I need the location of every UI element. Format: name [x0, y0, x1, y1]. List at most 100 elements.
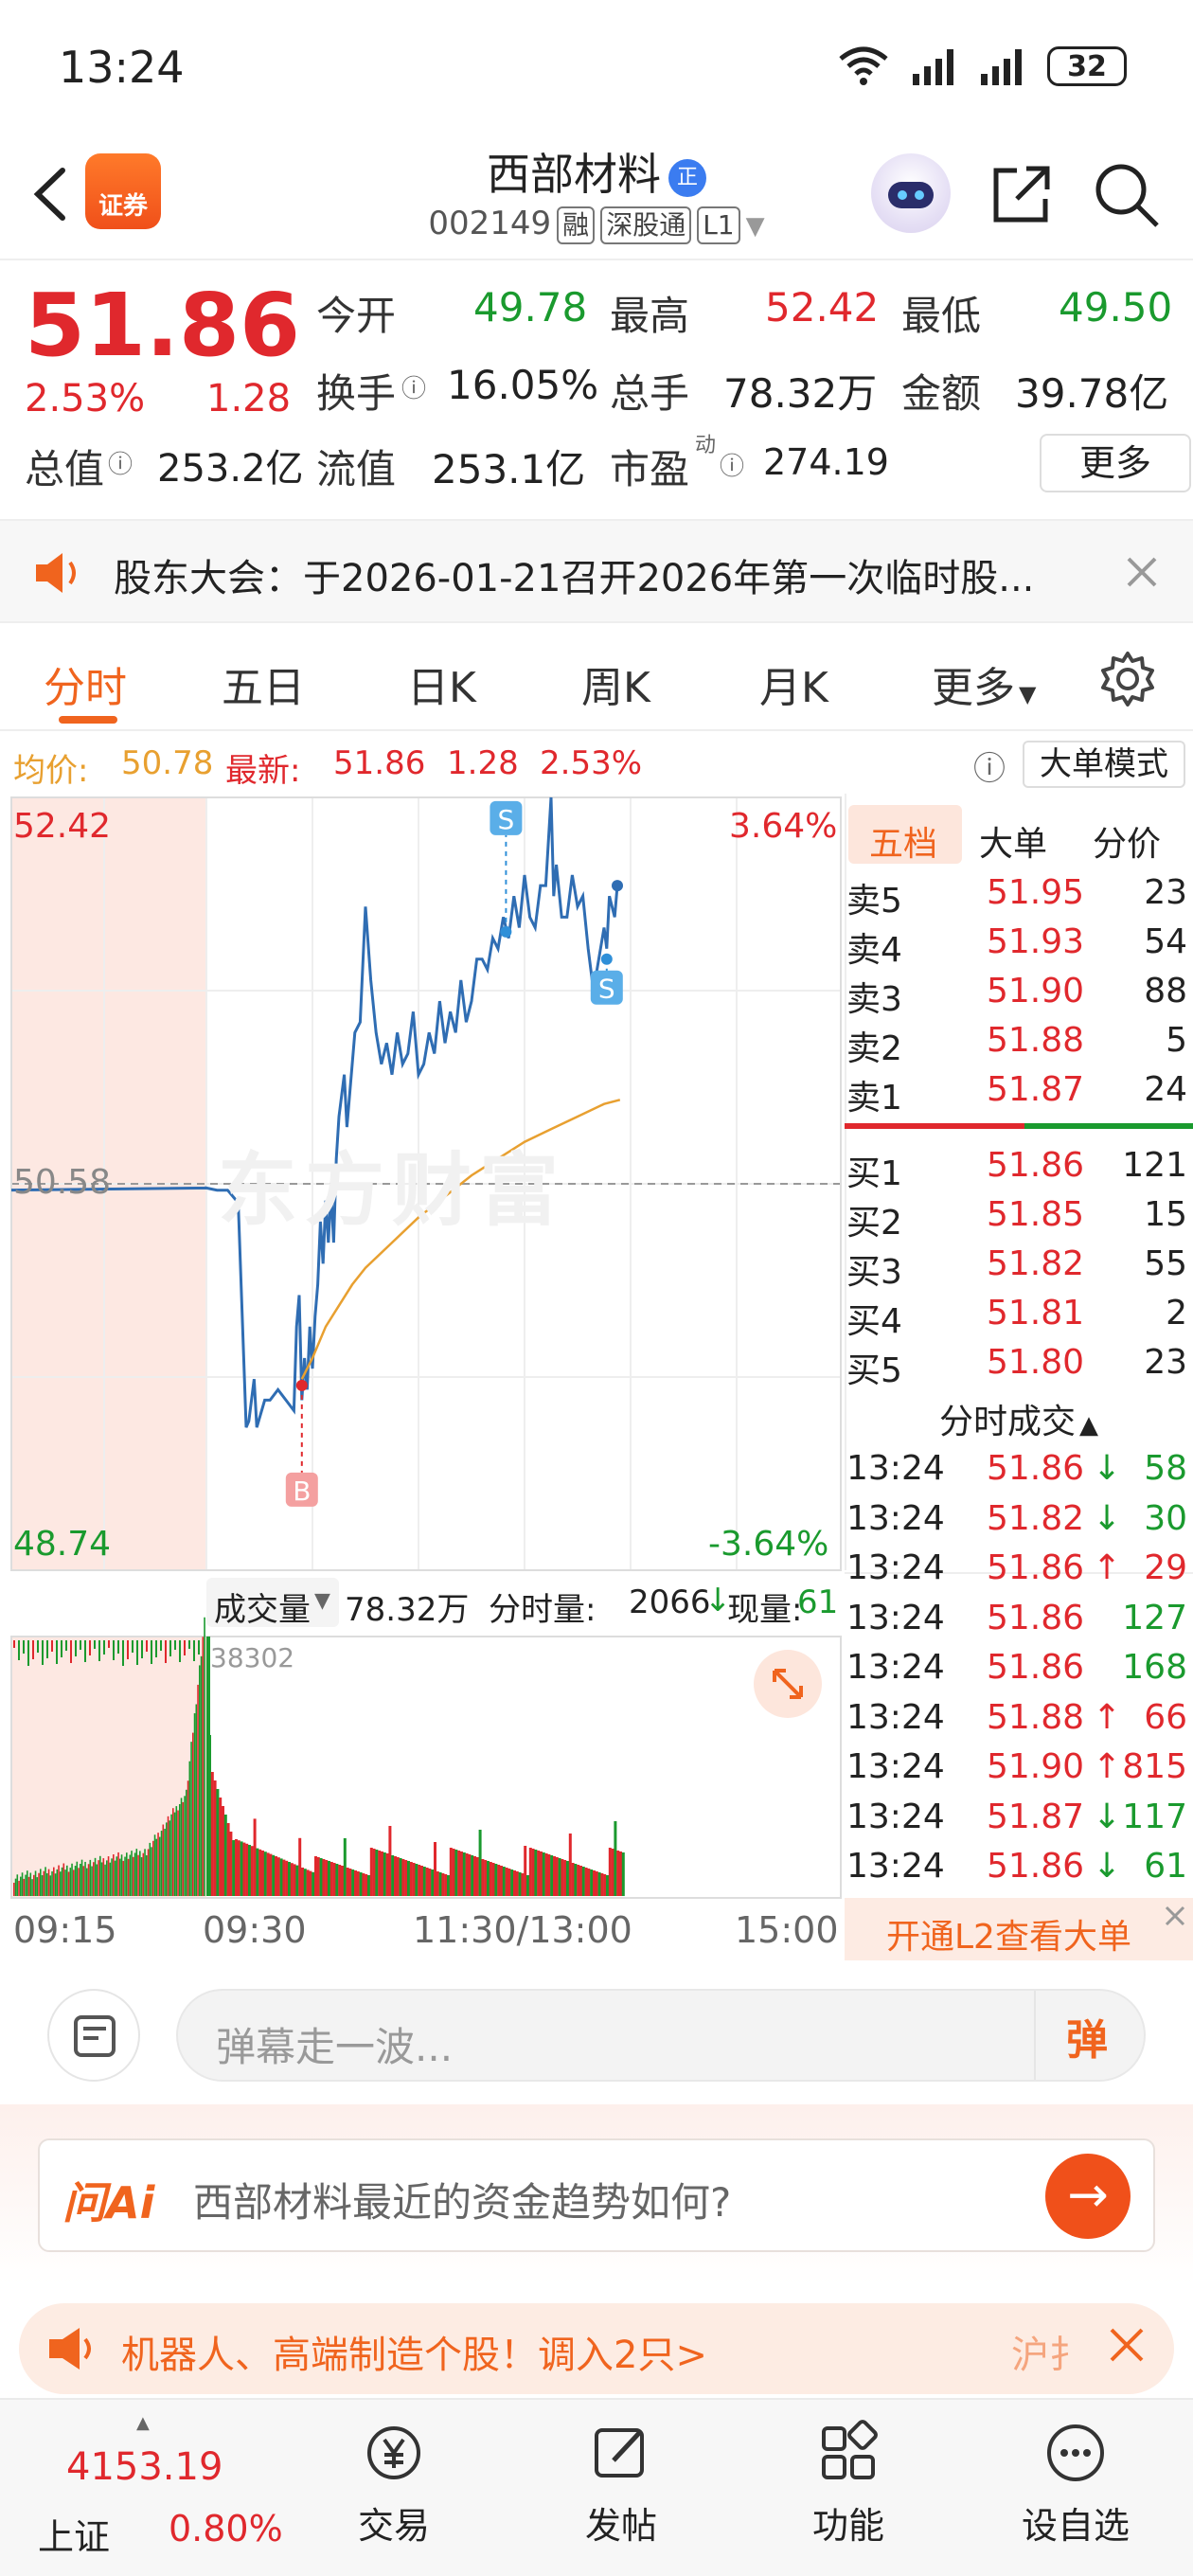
volume-bar: [126, 1852, 128, 1896]
close-icon[interactable]: [1161, 1902, 1189, 1930]
ask-price: 51.95: [987, 873, 1085, 912]
volume-type-dropdown[interactable]: 成交量 ▼: [206, 1578, 339, 1629]
danmu-placeholder: 弹幕走一波...: [216, 2024, 454, 2070]
volume-bar: [104, 1864, 106, 1896]
intraday-chart[interactable]: BSS 东方财富 52.42 3.64% 50.58 48.74 -3.64% …: [0, 794, 843, 1960]
volume-bar: [140, 1857, 143, 1896]
volume-bar: [309, 1870, 312, 1896]
ticks-title[interactable]: 分时成交 ▲: [845, 1394, 1193, 1443]
volume-bar: [64, 1869, 66, 1896]
volume-bar: [240, 1841, 243, 1896]
share-icon[interactable]: [988, 161, 1055, 227]
volume-bar: [574, 1864, 578, 1896]
close-icon[interactable]: [1123, 553, 1161, 591]
y-high-label: 52.42: [13, 807, 112, 846]
volume-bar: [69, 1868, 72, 1896]
volume-bar: [434, 1842, 436, 1896]
auction-bar: [113, 1640, 115, 1660]
volume-bar: [282, 1859, 286, 1896]
volume-bar: [325, 1860, 329, 1896]
info-icon[interactable]: ⓘ: [401, 369, 426, 404]
bid-level: 买4: [846, 1302, 902, 1341]
tab-big-orders[interactable]: 大单: [979, 816, 1047, 866]
nav-post[interactable]: 发帖: [536, 2419, 706, 2549]
volume-bar: [91, 1866, 93, 1896]
volume-bar: [164, 1828, 166, 1896]
notice-bar[interactable]: 股东大会：于2026-01-21召开2026年第一次临时股...: [0, 519, 1193, 623]
volume-bar: [210, 1772, 214, 1896]
nav-trade[interactable]: 交易: [309, 2419, 479, 2549]
chart-tabs: 分时 五日 日K 周K 月K 更多 ▼: [0, 625, 1193, 731]
tab-five-day[interactable]: 五日: [222, 653, 305, 714]
volume-bar: [471, 1855, 474, 1896]
auction-bar: [132, 1640, 134, 1653]
pct-low-label: -3.64%: [708, 1525, 829, 1564]
ask-price: 51.88: [987, 1021, 1085, 1060]
promo-ticker: 沪扌: [1011, 2334, 1087, 2377]
volume-bar: [494, 1864, 498, 1896]
l2-cta[interactable]: 开通L2查看大单: [845, 1898, 1193, 1960]
promo-banner[interactable]: 机器人、高端制造个股！调入2只> 沪扌: [19, 2303, 1174, 2394]
tab-more[interactable]: 更多 ▼: [932, 653, 1036, 714]
intraday-chart-svg[interactable]: B S S: [0, 794, 843, 1960]
volume-bar: [261, 1851, 264, 1896]
info-icon-3[interactable]: ⓘ: [720, 447, 744, 482]
close-icon[interactable]: [1098, 2317, 1155, 2373]
volume-bar: [74, 1866, 77, 1896]
nav-functions[interactable]: 功能: [763, 2419, 934, 2549]
tab-more-label: 更多: [932, 664, 1015, 712]
volume-bar: [381, 1852, 383, 1896]
volume-bar: [401, 1859, 405, 1896]
volume-bar: [60, 1871, 62, 1896]
tab-five-level[interactable]: 五档: [848, 805, 962, 864]
tick-time: 13:24: [846, 1797, 945, 1836]
danmu-list-icon[interactable]: [47, 1989, 140, 2082]
search-icon[interactable]: [1091, 159, 1163, 231]
volume-bar: [78, 1868, 80, 1896]
bid-level: 买5: [846, 1351, 902, 1390]
chevron-down-icon[interactable]: ▼: [746, 212, 765, 241]
tab-daily-k[interactable]: 日K: [407, 653, 476, 714]
volume-bar: [160, 1831, 163, 1896]
volume-bar: [367, 1875, 370, 1896]
arrow-right-icon[interactable]: →: [1045, 2154, 1131, 2239]
danmu-input[interactable]: 弹幕走一波... 弹: [176, 1989, 1146, 2082]
settings-gear-icon[interactable]: [1098, 650, 1157, 708]
volume-bar: [577, 1865, 580, 1896]
volume-bar: [328, 1861, 330, 1896]
danmu-send-button[interactable]: 弹: [1066, 2006, 1125, 2065]
tab-price-dist[interactable]: 分价: [1093, 816, 1161, 866]
index-widget[interactable]: ▲ 4153.19 上证 0.80%: [19, 2413, 283, 2565]
volume-bar: [256, 1848, 259, 1896]
l2-cta-label: 开通L2查看大单: [886, 1918, 1131, 1957]
volume-bar: [521, 1873, 525, 1896]
volume-bar: [119, 1858, 121, 1896]
tick-row: 13:24 51.86 ↓ 61: [845, 1847, 1193, 1896]
volume-total: 78.32万: [345, 1591, 470, 1629]
volume-bar: [40, 1869, 42, 1896]
volume-bar: [153, 1834, 156, 1896]
ai-robot-icon[interactable]: [871, 153, 951, 233]
volume-bar: [407, 1861, 410, 1896]
volume-bar: [346, 1868, 349, 1896]
volume-bar: [491, 1863, 495, 1896]
ai-section: 问Ai 西部材料最近的资金趋势如何? →: [0, 2104, 1193, 2284]
tab-intraday[interactable]: 分时: [44, 653, 127, 714]
big-order-mode-button[interactable]: 大单模式: [1023, 741, 1185, 788]
volume-bar: [38, 1872, 40, 1896]
tab-weekly-k[interactable]: 周K: [581, 653, 650, 714]
tick-volume: 30: [1144, 1498, 1187, 1538]
ai-question-box[interactable]: 问Ai 西部材料最近的资金趋势如何? →: [38, 2138, 1155, 2252]
tab-monthly-k[interactable]: 月K: [759, 653, 828, 714]
help-icon[interactable]: ⓘ: [973, 742, 1006, 789]
ask-level: 卖2: [846, 1029, 902, 1068]
volume-bar: [481, 1859, 485, 1896]
ask-price: 51.93: [987, 922, 1085, 961]
more-button[interactable]: 更多: [1040, 434, 1191, 492]
info-icon-2[interactable]: ⓘ: [108, 445, 133, 480]
volume-bar: [186, 1789, 187, 1896]
nav-watchlist[interactable]: 设自选: [990, 2419, 1161, 2549]
volume-bar: [159, 1836, 161, 1896]
expand-icon[interactable]: [754, 1650, 822, 1718]
volume-bar: [341, 1866, 344, 1896]
